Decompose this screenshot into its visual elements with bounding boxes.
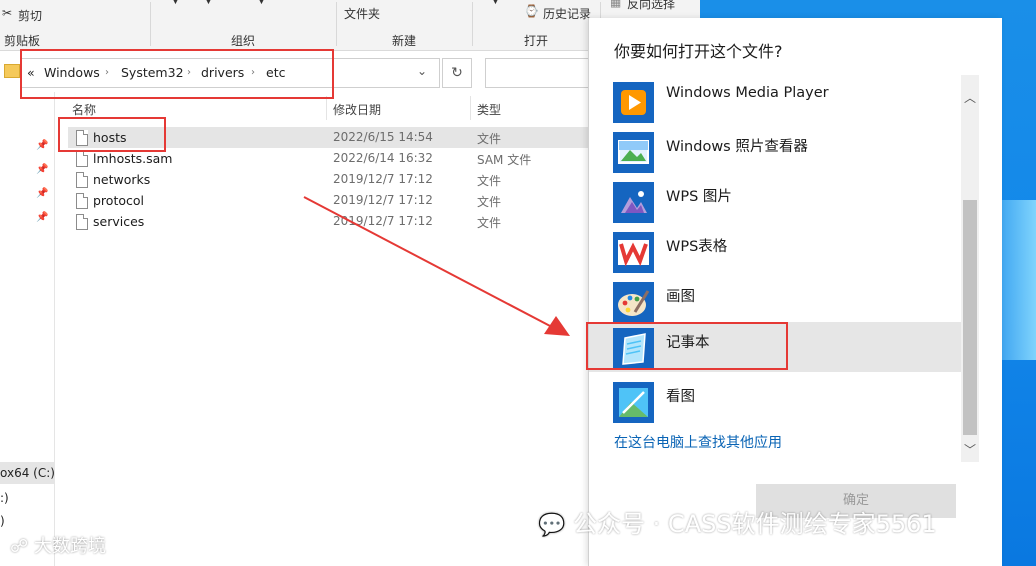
annotation-box-notepad (586, 322, 788, 370)
file-name: networks (93, 172, 151, 187)
scroll-up-icon[interactable]: ︿ (961, 89, 979, 106)
file-name: lmhosts.sam (93, 151, 173, 166)
refresh-button[interactable]: ↻ (442, 58, 472, 88)
invert-select-icon: ▦ (610, 0, 622, 9)
annotation-box-address (20, 49, 334, 99)
app-name: Windows Media Player (666, 85, 829, 101)
media-player-icon (613, 82, 654, 123)
file-date: 2022/6/14 16:32 (333, 151, 433, 165)
pin-icon[interactable]: 📌 (36, 140, 48, 151)
scissors-icon[interactable]: ✂ (2, 6, 12, 20)
history-icon: ⌚ (524, 4, 539, 18)
app-name: 画图 (666, 289, 695, 305)
address-dropdown-icon[interactable]: ⌄ (417, 64, 427, 78)
dropdown-arrow-icon[interactable]: ▼ (172, 0, 179, 6)
drive-c-label: ox64 (C:) (0, 466, 55, 480)
app-item-wps-picture[interactable]: WPS 图片 (589, 176, 963, 226)
file-icon (76, 214, 88, 230)
column-header-type[interactable]: 类型 (477, 101, 501, 118)
scroll-down-icon[interactable]: ﹀ (961, 441, 979, 458)
dialog-title: 你要如何打开这个文件? (614, 42, 783, 61)
pin-icon-4[interactable]: 📌 (36, 212, 48, 223)
app-name: WPS 图片 (666, 189, 732, 205)
wps-spreadsheet-icon (613, 232, 654, 273)
photo-viewer-icon (613, 132, 654, 173)
file-name: protocol (93, 193, 144, 208)
search-input[interactable] (485, 58, 597, 88)
file-date: 2022/6/15 14:54 (333, 130, 433, 144)
column-header-name[interactable]: 名称 (72, 101, 96, 118)
watermark-2: ☍ 大数跨境 (10, 532, 106, 558)
watermark: 💬 公众号 · CASS软件测绘专家5561 (538, 504, 937, 539)
app-item-media-player[interactable]: Windows Media Player (589, 76, 963, 126)
file-type: 文件 (477, 132, 502, 146)
new-folder-button[interactable]: 文件夹 (344, 5, 380, 22)
annotation-arrow-icon (303, 196, 570, 336)
invert-selection-button[interactable]: 反向选择 (627, 0, 675, 12)
dropdown-arrow-icon-4[interactable]: ▼ (492, 0, 499, 6)
open-with-dialog: 你要如何打开这个文件? Windows Media Player Windows… (588, 18, 1002, 566)
pin-icon-3[interactable]: 📌 (36, 188, 48, 199)
new-group-label: 新建 (392, 34, 417, 48)
file-icon (76, 172, 88, 188)
file-icon (76, 193, 88, 209)
link-icon: ☍ (10, 536, 29, 557)
column-header-date[interactable]: 修改日期 (333, 101, 381, 118)
folder-icon (4, 64, 20, 78)
app-item-paint[interactable]: 画图 (589, 276, 963, 326)
app-name: WPS表格 (666, 239, 728, 255)
app-item-image-viewer[interactable]: 看图 (589, 376, 963, 426)
app-name: 看图 (666, 389, 695, 405)
watermark-text: 公众号 · CASS软件测绘专家5561 (573, 510, 937, 538)
annotation-box-hosts (58, 117, 166, 152)
app-item-wps-spreadsheet[interactable]: WPS表格 (589, 226, 963, 276)
find-more-apps-link[interactable]: 在这台电脑上查找其他应用 (614, 432, 782, 452)
navigation-pane: 📌 📌 📌 📌 ox64 (C:) :) ) (0, 92, 55, 566)
clipboard-group-label: 剪贴板 (4, 34, 41, 48)
image-viewer-icon (613, 382, 654, 423)
cut-button[interactable]: 剪切 (18, 7, 42, 24)
file-date: 2019/12/7 17:12 (333, 172, 433, 186)
wps-picture-icon (613, 182, 654, 223)
app-name: Windows 照片查看器 (666, 139, 808, 155)
scroll-thumb[interactable] (963, 200, 977, 435)
file-icon (76, 151, 88, 167)
open-group-label: 打开 (524, 34, 549, 48)
paint-icon (613, 282, 654, 323)
history-button[interactable]: 历史记录 (543, 5, 591, 22)
dropdown-arrow-icon-2[interactable]: ▼ (205, 0, 212, 6)
dropdown-arrow-icon-3[interactable]: ▼ (258, 0, 265, 6)
watermark-text-2: 大数跨境 (33, 536, 106, 557)
organize-group-label: 组织 (231, 34, 256, 48)
file-name: services (93, 214, 145, 229)
wechat-icon: 💬 (538, 513, 566, 538)
file-type: SAM 文件 (477, 153, 532, 167)
pin-icon-2[interactable]: 📌 (36, 164, 48, 175)
refresh-icon: ↻ (451, 65, 463, 81)
app-item-photo-viewer[interactable]: Windows 照片查看器 (589, 126, 963, 176)
drive-2-label[interactable]: :) (0, 491, 9, 505)
drive-3-label[interactable]: ) (0, 514, 5, 528)
